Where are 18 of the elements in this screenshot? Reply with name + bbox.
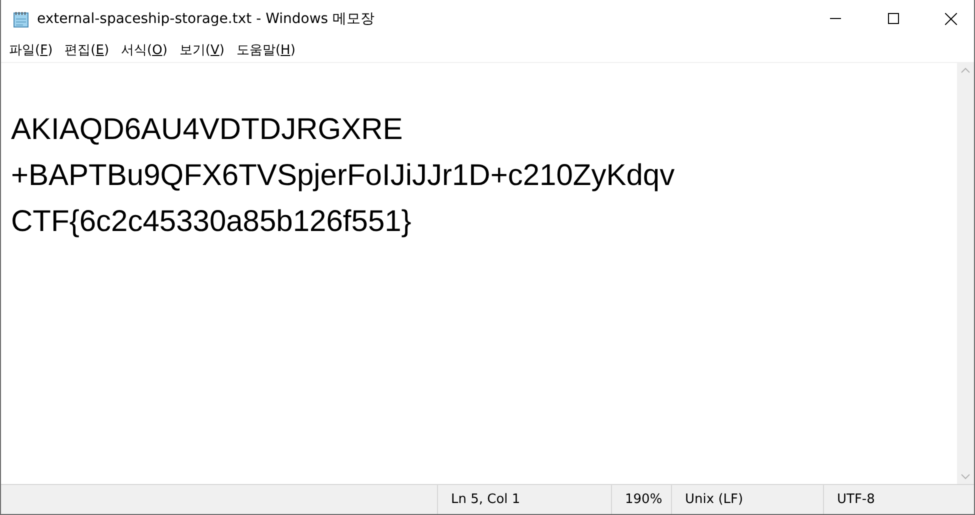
menu-item[interactable]: 도움말(H)	[230, 40, 302, 58]
notepad-icon	[12, 10, 30, 28]
menu-item[interactable]: 보기(V)	[173, 40, 230, 58]
menu-item[interactable]: 파일(F)	[3, 40, 59, 58]
text-line: +BAPTBu9QFX6TVSpjerFoIJiJJr1D+c210ZyKdqv	[11, 158, 675, 194]
menu-item[interactable]: 서식(O)	[115, 40, 174, 58]
text-line: CTF{6c2c45330a85b126f551}	[11, 204, 412, 240]
maximize-icon	[888, 13, 898, 24]
scroll-up-icon[interactable]	[961, 67, 970, 73]
window-title: external-spaceship-storage.txt - Windows 메모장	[37, 10, 376, 28]
zoom-level: 190%	[625, 492, 662, 507]
scroll-down-icon[interactable]	[961, 474, 970, 480]
encoding: UTF-8	[837, 492, 875, 507]
menu-item[interactable]: 편집(E)	[58, 40, 116, 58]
close-icon	[945, 12, 957, 24]
text-line: AKIAQD6AU4VDTDJRGXRE	[11, 112, 403, 148]
cursor-position: Ln 5, Col 1	[451, 492, 520, 507]
line-ending: Unix (LF)	[685, 492, 744, 507]
